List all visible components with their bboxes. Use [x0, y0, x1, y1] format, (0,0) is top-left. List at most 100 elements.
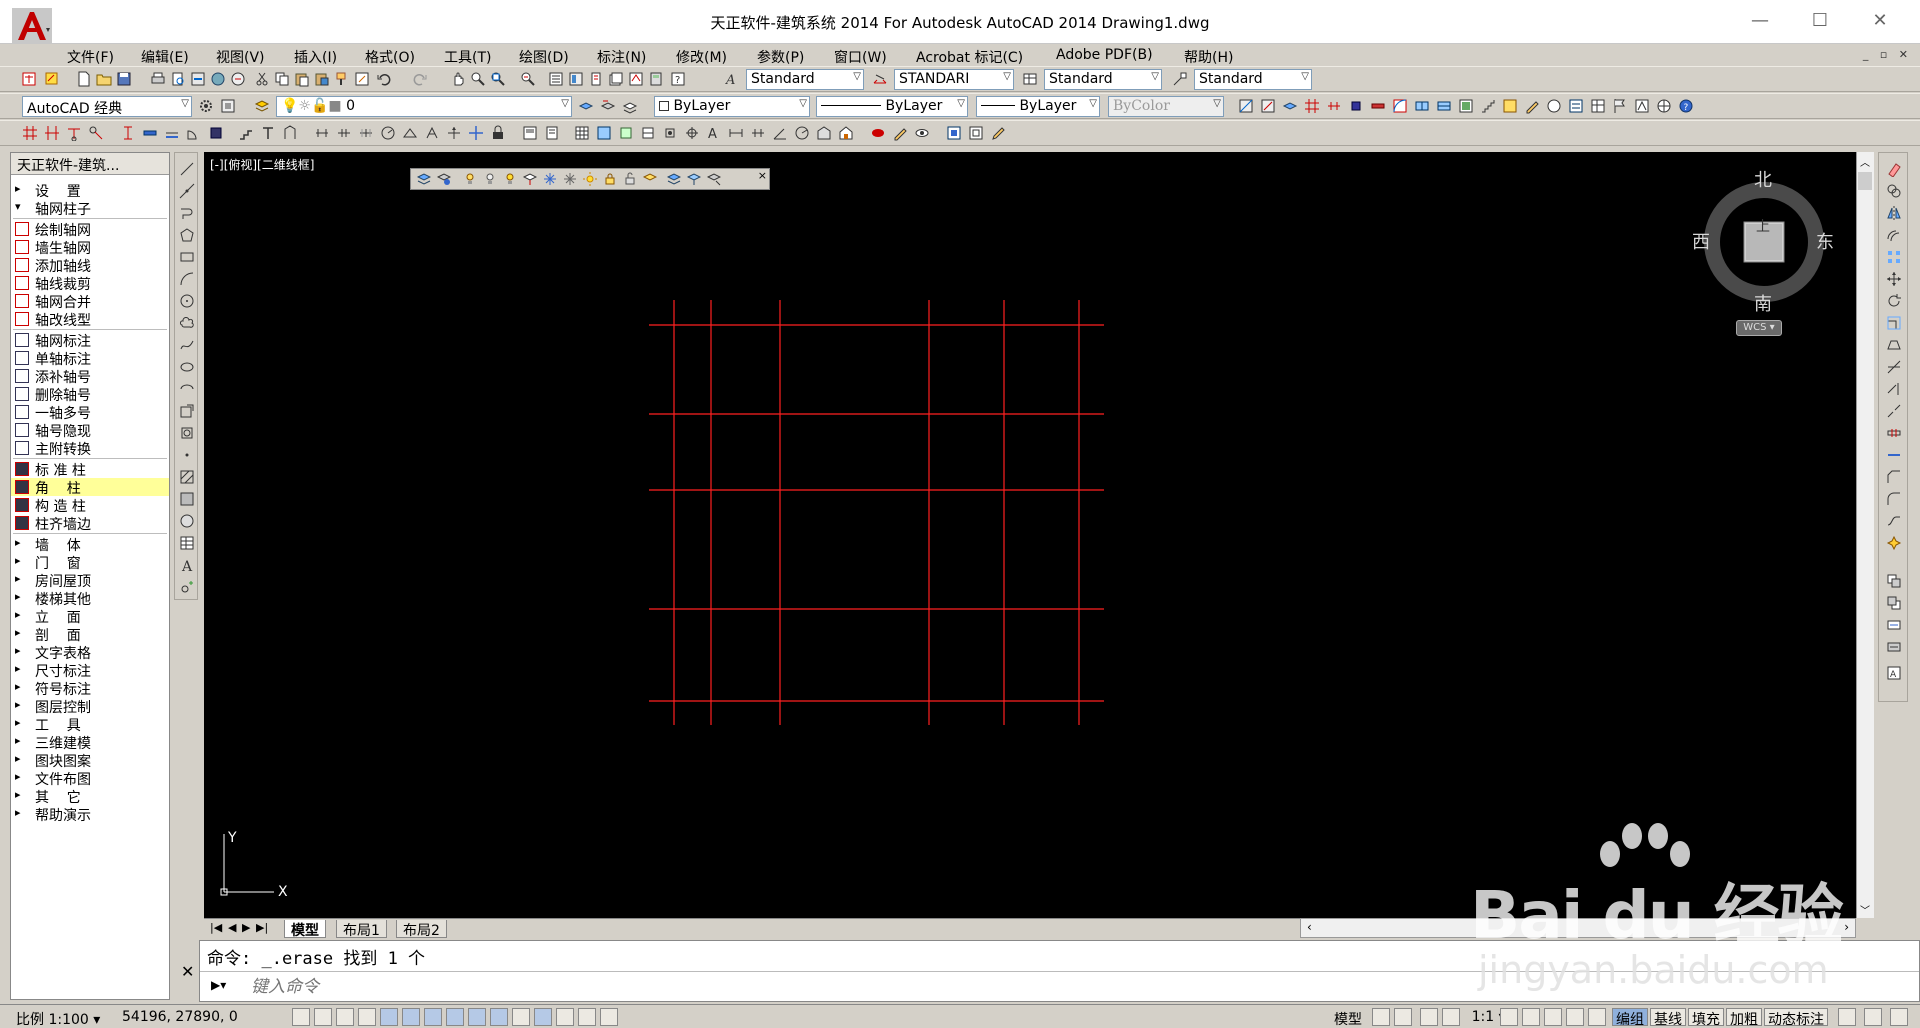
tz-menu-item[interactable]: ▸ 符号标注	[11, 679, 169, 698]
polar-tracking-toggle[interactable]	[380, 1008, 398, 1026]
tz-grid-icon[interactable]	[1304, 98, 1320, 114]
menu-file[interactable]: 文件(F)	[67, 47, 114, 67]
move-icon[interactable]	[1886, 271, 1902, 287]
drawing-canvas[interactable]: [-][俯视][二维线框] Y X × 上 北 南 东 西 WCS ▾	[204, 152, 1856, 918]
array-icon[interactable]	[1886, 249, 1902, 265]
tz-menu-item[interactable]: 标 准 柱	[11, 460, 169, 479]
draw-order-front-icon[interactable]	[1886, 573, 1902, 589]
tz-grip-icon[interactable]	[662, 125, 678, 141]
copy-object-icon[interactable]	[1886, 183, 1902, 199]
tz-pen-icon[interactable]	[1524, 98, 1540, 114]
multiline-text-icon[interactable]: A	[179, 557, 195, 573]
tz-table-insert-icon[interactable]	[574, 125, 590, 141]
tz-home-icon[interactable]	[838, 125, 854, 141]
construction-line-icon[interactable]	[179, 183, 195, 199]
tz-stair-insert-icon[interactable]	[238, 125, 254, 141]
menu-tools[interactable]: 工具(T)	[444, 47, 491, 67]
layer-off-icon[interactable]	[483, 172, 497, 186]
line-icon[interactable]	[179, 161, 195, 177]
tz-viewport-icon[interactable]	[968, 125, 984, 141]
publish-icon[interactable]	[190, 71, 206, 87]
drawing-scale[interactable]: 比例 1:100 ▾	[16, 1009, 100, 1028]
toggle-bold[interactable]: 加粗	[1726, 1008, 1762, 1028]
tz-menu-item[interactable]: ▸ 帮助演示	[11, 805, 169, 824]
draw-order-below-icon[interactable]	[1886, 639, 1902, 655]
clean-screen-icon[interactable]	[1864, 1008, 1882, 1026]
annotation-visibility-icon[interactable]	[1500, 1008, 1518, 1026]
tz-menu-item[interactable]: ▸ 门 窗	[11, 553, 169, 572]
next-tab-icon[interactable]: ▶	[242, 921, 250, 934]
etransmit-icon[interactable]	[230, 71, 246, 87]
tz-menu-item[interactable]: 添补轴号	[11, 367, 169, 386]
chamfer-icon[interactable]	[1886, 469, 1902, 485]
tz-symbol-icon[interactable]	[1546, 98, 1562, 114]
object-snap-toggle[interactable]	[402, 1008, 420, 1026]
annotation-scale[interactable]: 1:1 ▾	[1436, 1009, 1506, 1025]
help-icon[interactable]: ?	[670, 71, 686, 87]
join-icon[interactable]	[1886, 447, 1902, 463]
scroll-right-icon[interactable]: ›	[1844, 920, 1849, 934]
dynamic-input-toggle[interactable]	[490, 1008, 508, 1026]
selection-cycling-toggle[interactable]	[578, 1008, 596, 1026]
annotation-monitor-toggle[interactable]	[600, 1008, 618, 1026]
tz-axis-label2-icon[interactable]	[336, 125, 352, 141]
customize-toolbar-icon[interactable]	[220, 98, 236, 114]
workspace-switch-gear-icon[interactable]	[1544, 1008, 1562, 1026]
layer-sun-icon[interactable]	[583, 172, 597, 186]
tz-move-icon[interactable]	[468, 125, 484, 141]
model-space-button[interactable]: 模型	[1334, 1009, 1362, 1028]
layer-properties-icon[interactable]	[254, 98, 270, 114]
tz-font-icon[interactable]: A	[706, 125, 722, 141]
text-front-icon[interactable]: A	[1886, 665, 1902, 681]
quick-properties-toggle[interactable]	[556, 1008, 574, 1026]
object-snap-tracking-toggle[interactable]	[446, 1008, 464, 1026]
menu-draw[interactable]: 绘图(D)	[519, 47, 569, 67]
gradient-icon[interactable]	[179, 491, 195, 507]
dimension-style-icon[interactable]	[872, 71, 888, 87]
match-properties-icon[interactable]	[334, 71, 350, 87]
tz-axis-icon[interactable]	[1326, 98, 1342, 114]
tz-column-insert-icon[interactable]	[208, 125, 224, 141]
tz-wall-icon[interactable]	[1370, 98, 1386, 114]
menu-window[interactable]: 窗口(W)	[834, 47, 887, 67]
minimize-button[interactable]: —	[1740, 8, 1780, 34]
tz-text-icon[interactable]	[1502, 98, 1518, 114]
layer-state-manager-icon[interactable]	[622, 98, 638, 114]
tz-menu-item[interactable]: ▸ 墙 体	[11, 535, 169, 554]
tz-flag-icon[interactable]	[1612, 98, 1628, 114]
tz-menu-item[interactable]: 轴线裁剪	[11, 274, 169, 293]
tz-grid-dim-icon[interactable]	[66, 125, 82, 141]
pan-icon[interactable]	[450, 71, 466, 87]
tz-brush-icon[interactable]	[990, 125, 1006, 141]
menu-modify[interactable]: 修改(M)	[676, 47, 727, 67]
properties-icon[interactable]	[548, 71, 564, 87]
close-button[interactable]: ✕	[1860, 8, 1900, 34]
insert-block-icon[interactable]	[179, 403, 195, 419]
tz-menu-item[interactable]: 构 造 柱	[11, 496, 169, 515]
hardware-acceleration-icon[interactable]	[1588, 1008, 1606, 1026]
explode-icon[interactable]	[1886, 535, 1902, 551]
tz-dim-angle-icon[interactable]	[772, 125, 788, 141]
tz-dim-radius-icon[interactable]	[794, 125, 810, 141]
tool-palettes-icon[interactable]	[588, 71, 604, 87]
copy-icon[interactable]	[274, 71, 290, 87]
lineweight-toggle[interactable]	[512, 1008, 530, 1026]
command-input[interactable]	[251, 976, 1851, 998]
tz-menu-item[interactable]: ▸ 楼梯其他	[11, 589, 169, 608]
tz-menu-item[interactable]: 墙生轴网	[11, 238, 169, 257]
menu-acrobat[interactable]: Acrobat 标记(C)	[916, 47, 1023, 67]
tz-menu-item[interactable]: ▸ 图层控制	[11, 697, 169, 716]
multileader-style-select[interactable]: Standard ▽	[1194, 69, 1312, 90]
break-at-point-icon[interactable]	[1886, 403, 1902, 419]
prev-tab-icon[interactable]: ◀	[228, 921, 236, 934]
tz-grid-edit-icon[interactable]	[88, 125, 104, 141]
tz-wall-window-icon[interactable]	[816, 125, 832, 141]
tz-menu-item[interactable]: ▸ 设 置	[11, 181, 169, 200]
tz-menu-item[interactable]: 删除轴号	[11, 385, 169, 404]
tz-elevation-mark-icon[interactable]	[402, 125, 418, 141]
tz-menu-item[interactable]: ▸ 文件布图	[11, 769, 169, 788]
menu-edit[interactable]: 编辑(E)	[141, 47, 189, 67]
print-preview-icon[interactable]	[170, 71, 186, 87]
tz-block-icon[interactable]	[618, 125, 634, 141]
text-style-icon[interactable]: A	[724, 71, 740, 87]
